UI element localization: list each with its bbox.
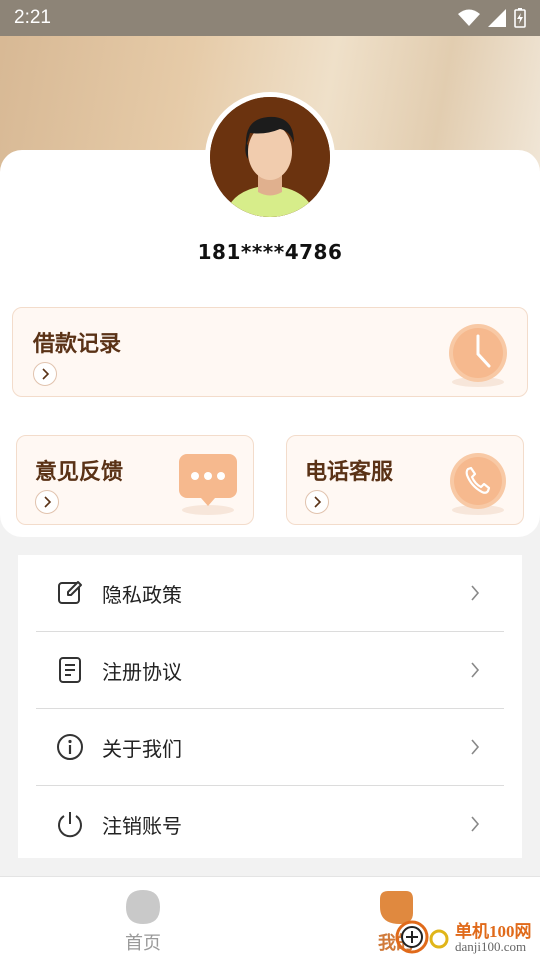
chevron-right-icon bbox=[305, 490, 329, 514]
chevron-right-icon bbox=[471, 662, 480, 678]
watermark-logo bbox=[395, 920, 449, 954]
menu-item-label: 注册协议 bbox=[102, 659, 182, 684]
loan-records-card[interactable]: 借款记录 bbox=[12, 307, 528, 397]
chat-bubble-icon bbox=[179, 454, 237, 515]
watermark-url: danji100.com bbox=[455, 939, 527, 954]
clock-icon bbox=[449, 324, 507, 387]
feedback-title: 意见反馈 bbox=[35, 460, 124, 485]
tab-home[interactable]: 首页 bbox=[73, 877, 213, 960]
chevron-right-icon bbox=[471, 816, 480, 832]
menu-item-label: 关于我们 bbox=[102, 736, 182, 761]
customer-service-card[interactable]: 电话客服 bbox=[286, 435, 524, 525]
settings-list: 隐私政策 注册协议 关于我们 注销账号 bbox=[18, 555, 522, 858]
info-icon bbox=[57, 734, 83, 760]
home-icon bbox=[126, 890, 160, 924]
watermark: 单机100网 danji100.com bbox=[393, 914, 540, 960]
menu-item-delete-account[interactable]: 注销账号 bbox=[18, 786, 522, 862]
feedback-card[interactable]: 意见反馈 bbox=[16, 435, 254, 525]
chevron-right-icon bbox=[35, 490, 59, 514]
status-time: 2:21 bbox=[14, 7, 51, 28]
menu-item-label: 注销账号 bbox=[102, 813, 182, 838]
status-bar: 2:21 bbox=[0, 0, 540, 36]
power-icon bbox=[58, 812, 82, 838]
avatar-illustration bbox=[210, 97, 330, 217]
avatar[interactable] bbox=[205, 92, 335, 222]
menu-item-privacy-policy[interactable]: 隐私政策 bbox=[18, 555, 522, 631]
signal-icon bbox=[488, 9, 506, 27]
chevron-right-icon bbox=[471, 585, 480, 601]
wifi-icon bbox=[458, 9, 480, 26]
document-icon bbox=[59, 657, 81, 683]
tab-home-label: 首页 bbox=[125, 933, 161, 954]
chevron-right-icon bbox=[33, 362, 57, 386]
menu-item-label: 隐私政策 bbox=[102, 582, 182, 607]
phone-icon bbox=[450, 453, 506, 515]
user-phone-number: 181****4786 bbox=[197, 240, 343, 264]
customer-service-title: 电话客服 bbox=[305, 460, 394, 485]
menu-item-registration-agreement[interactable]: 注册协议 bbox=[18, 632, 522, 708]
edit-icon bbox=[58, 581, 82, 604]
menu-item-about-us[interactable]: 关于我们 bbox=[18, 709, 522, 785]
battery-icon bbox=[514, 8, 526, 28]
chevron-right-icon bbox=[471, 739, 480, 755]
loan-records-title: 借款记录 bbox=[33, 332, 122, 357]
